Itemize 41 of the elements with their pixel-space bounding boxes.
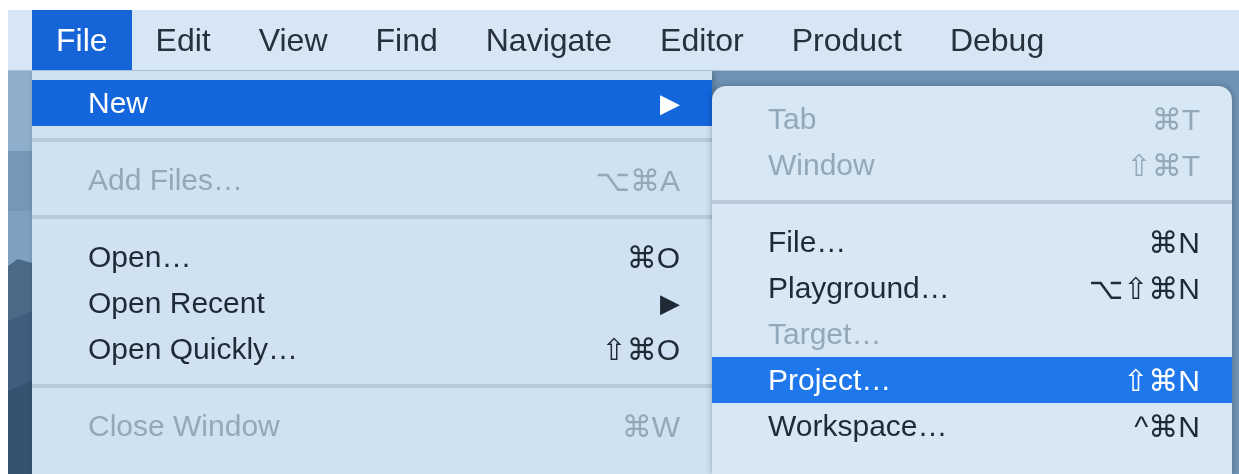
shortcut-label: ⌘O — [626, 239, 680, 275]
menu-item-label: New — [88, 86, 149, 120]
menu-item[interactable]: Playground… ⌥⇧⌘N — [712, 265, 1232, 311]
menu-bar-item[interactable]: View — [234, 10, 352, 70]
menu-item-label: Workspace… — [768, 409, 949, 443]
shortcut-label: ⌘T — [1151, 101, 1200, 137]
menu-item-label: Close Window — [88, 409, 281, 443]
menu-bar-item[interactable]: Edit — [131, 10, 235, 70]
menu-bar-item[interactable]: Find — [351, 10, 462, 70]
menu-item-label: Target… — [768, 317, 883, 351]
menu-item-label: Tab — [768, 102, 818, 136]
menu-item[interactable]: Open Quickly… ⇧⌘O — [32, 326, 712, 372]
menu-item-label: Open Quickly… — [88, 332, 300, 366]
menu-item-label: Open… — [88, 240, 193, 274]
menu-item-label: Open Recent — [88, 286, 266, 320]
menu-bar-item[interactable]: File — [32, 10, 132, 70]
menu-item[interactable]: Workspace… ^⌘N — [712, 403, 1232, 449]
shortcut-label: ⇧⌘N — [1123, 362, 1200, 398]
menu-item[interactable]: Open… ⌘O — [32, 234, 712, 280]
menu-item-label: Playground… — [768, 271, 951, 305]
shortcut-label: ⌥⇧⌘N — [1088, 270, 1200, 306]
shortcut-label: ⌥⌘A — [595, 162, 680, 198]
shortcut-label: ⇧⌘T — [1126, 147, 1200, 183]
menu-bar-item[interactable]: Editor — [636, 10, 768, 70]
submenu-arrow-icon: ▶ — [660, 287, 680, 319]
menu-bar-item[interactable]: Debug — [925, 10, 1069, 70]
menu-item[interactable]: File… ⌘N — [712, 219, 1232, 265]
menu-item[interactable]: New ▶ — [32, 80, 712, 126]
shortcut-label: ⇧⌘O — [601, 331, 680, 367]
menu-item[interactable]: Project… ⇧⌘N — [712, 357, 1232, 403]
menu-item-label: File… — [768, 225, 848, 259]
menu-bar-item[interactable]: Product — [767, 10, 926, 70]
menu-item[interactable]: Open Recent ▶ — [32, 280, 712, 326]
menu-bar-item[interactable]: Navigate — [461, 10, 637, 70]
menu-item-label: Window — [768, 148, 876, 182]
shortcut-label: ⌘N — [1148, 224, 1200, 260]
menu-item-label: Project… — [768, 363, 893, 397]
shortcut-label: ⌘W — [621, 408, 680, 444]
submenu-arrow-icon: ▶ — [660, 87, 680, 119]
shortcut-label: ^⌘N — [1134, 408, 1200, 444]
menu-item-label: Add Files… — [88, 163, 245, 197]
